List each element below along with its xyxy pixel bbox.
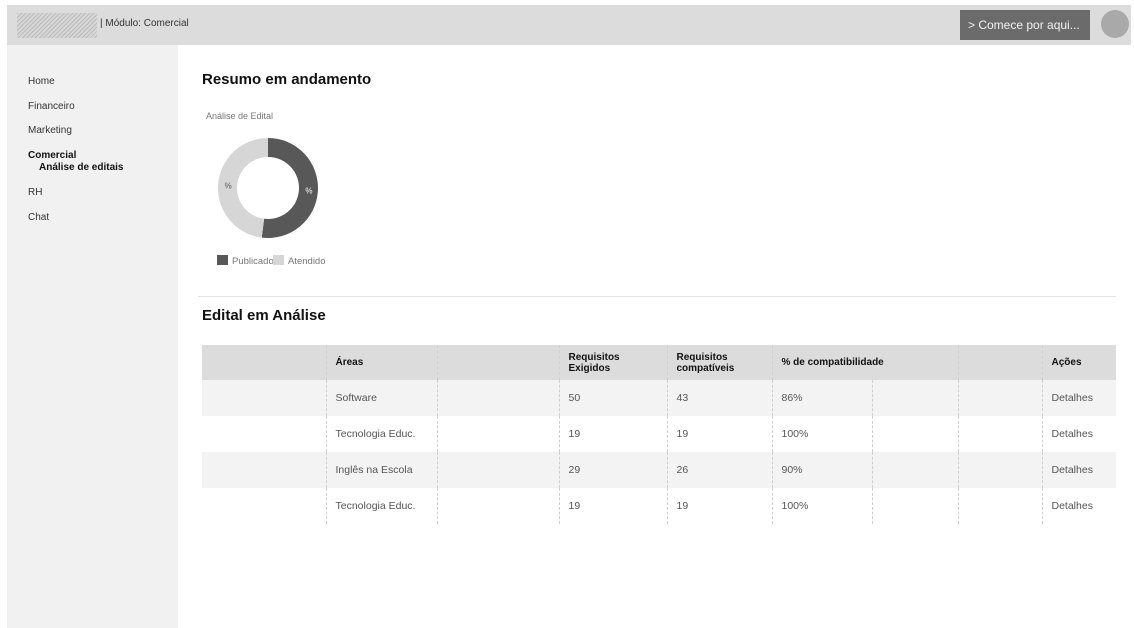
- details-link[interactable]: Detalhes: [1041, 488, 1116, 524]
- top-bar: | Módulo: Comercial > Comece por aqui...: [7, 5, 1131, 45]
- cell-compatibilidade: 90%: [771, 452, 872, 488]
- donut-chart: % %: [217, 138, 318, 238]
- table-row: Tecnologia Educ. 19 19 100% Detalhes: [202, 488, 1116, 524]
- sidebar-item-marketing[interactable]: Marketing: [28, 125, 123, 150]
- table-cell-blank: [871, 416, 958, 452]
- section-divider: [198, 296, 1116, 297]
- legend-swatch-atendido: [273, 255, 284, 265]
- legend-item-publicado: Publicado: [217, 255, 274, 267]
- details-link[interactable]: Detalhes: [1041, 380, 1116, 416]
- table-cell-blank: [957, 380, 1042, 416]
- cell-compatibilidade: 100%: [771, 416, 872, 452]
- cell-area: Software: [325, 380, 437, 416]
- table-cell-blank: [871, 488, 958, 524]
- logo: [17, 13, 97, 38]
- table-cell-blank: [957, 488, 1042, 524]
- slice-label-atendido: %: [225, 181, 232, 190]
- edital-table: Áreas Requisitos Exigidos Requisitos com…: [202, 345, 1116, 524]
- legend-swatch-publicado: [217, 255, 228, 265]
- table-cell-blank: [436, 416, 559, 452]
- column-header-compatibilidade: % de compatibilidade: [771, 345, 958, 380]
- cell-area: Tecnologia Educ.: [325, 488, 437, 524]
- table-header-row: Áreas Requisitos Exigidos Requisitos com…: [202, 345, 1116, 380]
- column-header-requisitos-exigidos: Requisitos Exigidos: [558, 345, 667, 380]
- table-row: Tecnologia Educ. 19 19 100% Detalhes: [202, 416, 1116, 452]
- sidebar-item-chat[interactable]: Chat: [28, 212, 123, 237]
- table-cell-blank: [436, 452, 559, 488]
- column-header-requisitos-compativeis: Requisitos compatíveis: [666, 345, 772, 380]
- table-cell-blank: [202, 380, 326, 416]
- cell-compativeis: 26: [666, 452, 772, 488]
- chart-title: Análise de Edital: [206, 111, 274, 121]
- table-row: Inglês na Escola 29 26 90% Detalhes: [202, 452, 1116, 488]
- sidebar: Home Financeiro Marketing Comercial Anál…: [7, 45, 178, 628]
- avatar[interactable]: [1101, 10, 1129, 38]
- app-frame: | Módulo: Comercial > Comece por aqui...…: [7, 5, 1131, 628]
- table-cell-blank: [436, 488, 559, 524]
- cell-exigidos: 19: [558, 488, 667, 524]
- cell-compatibilidade: 86%: [771, 380, 872, 416]
- legend-label-atendido: Atendido: [288, 256, 326, 267]
- column-header-blank: [202, 345, 326, 380]
- cell-exigidos: 50: [558, 380, 667, 416]
- table-cell-blank: [202, 452, 326, 488]
- sidebar-item-rh[interactable]: RH: [28, 187, 123, 212]
- cell-area: Inglês na Escola: [325, 452, 437, 488]
- table-cell-blank: [957, 416, 1042, 452]
- cell-compatibilidade: 100%: [771, 488, 872, 524]
- column-header-blank: [436, 345, 559, 380]
- column-header-blank: [957, 345, 1042, 380]
- summary-title: Resumo em andamento: [202, 71, 372, 88]
- column-header-areas: Áreas: [325, 345, 437, 380]
- cell-area: Tecnologia Educ.: [325, 416, 437, 452]
- table-row: Software 50 43 86% Detalhes: [202, 380, 1116, 416]
- table-cell-blank: [202, 488, 326, 524]
- table-cell-blank: [202, 416, 326, 452]
- cell-exigidos: 29: [558, 452, 667, 488]
- cell-compativeis: 19: [666, 416, 772, 452]
- legend-label-publicado: Publicado: [232, 256, 274, 267]
- sidebar-item-financeiro[interactable]: Financeiro: [28, 101, 123, 126]
- slice-label-publicado: %: [305, 187, 312, 196]
- table-section-title: Edital em Análise: [202, 307, 326, 324]
- legend-item-atendido: Atendido: [273, 255, 326, 267]
- module-label: | Módulo: Comercial: [100, 18, 189, 29]
- column-header-acoes: Ações: [1041, 345, 1116, 380]
- sidebar-item-home[interactable]: Home: [28, 76, 123, 101]
- details-link[interactable]: Detalhes: [1041, 416, 1116, 452]
- start-here-button[interactable]: > Comece por aqui...: [960, 10, 1090, 40]
- table-cell-blank: [871, 380, 958, 416]
- cell-compativeis: 43: [666, 380, 772, 416]
- table-cell-blank: [957, 452, 1042, 488]
- table-cell-blank: [871, 452, 958, 488]
- sidebar-nav: Home Financeiro Marketing Comercial Anál…: [28, 76, 123, 236]
- cell-exigidos: 19: [558, 416, 667, 452]
- cell-compativeis: 19: [666, 488, 772, 524]
- table-cell-blank: [436, 380, 559, 416]
- sidebar-subitem-analise-editais[interactable]: Análise de editais: [28, 162, 123, 187]
- details-link[interactable]: Detalhes: [1041, 452, 1116, 488]
